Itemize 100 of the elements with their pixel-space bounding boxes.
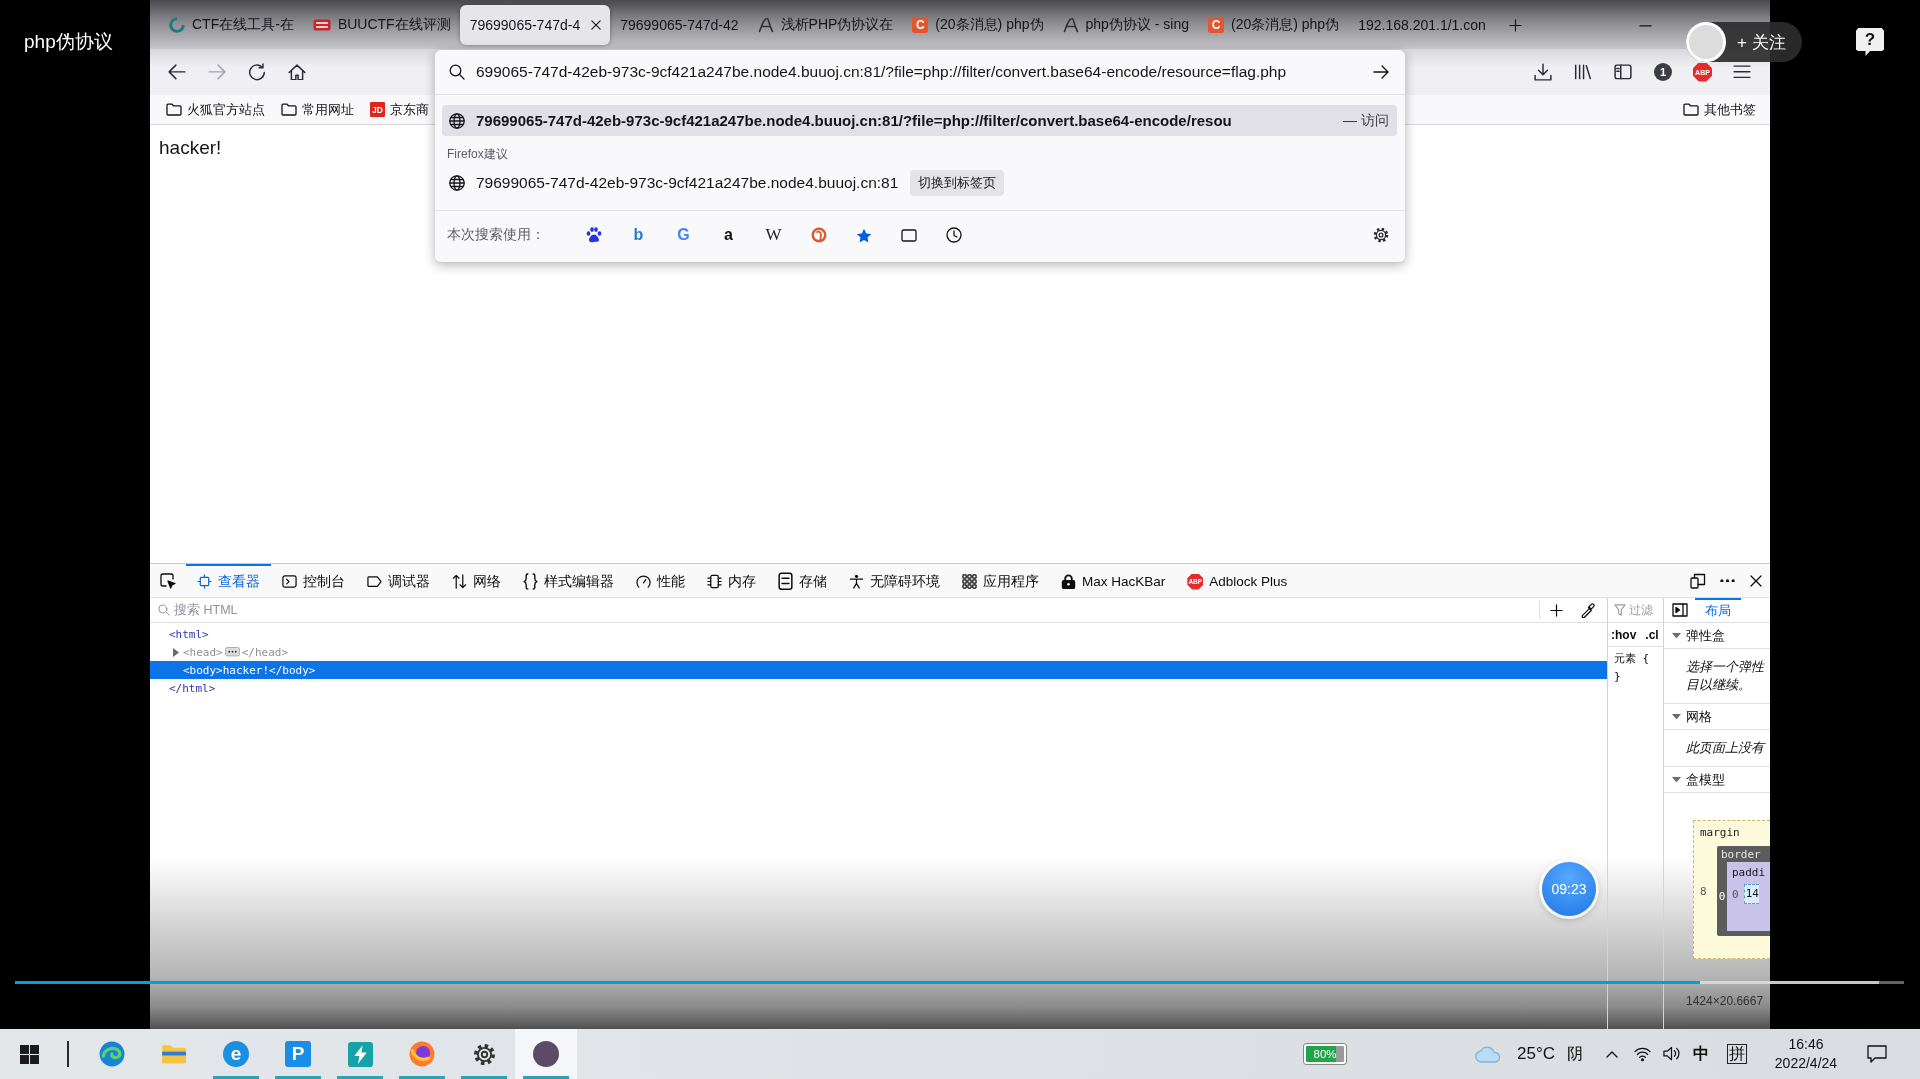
paw-icon[interactable] (585, 227, 602, 243)
browser-tab[interactable]: C (20条消息) php伪 (902, 5, 1053, 45)
section-header[interactable]: 盒模型 (1664, 767, 1770, 793)
striped-tile-icon (312, 19, 331, 31)
star-icon[interactable] (855, 227, 872, 243)
devtools-tab[interactable]: 网络 (441, 563, 512, 598)
sidebar-icon[interactable] (1614, 64, 1632, 80)
swirl-icon (99, 1041, 125, 1067)
section-header[interactable]: 网格 (1664, 704, 1770, 730)
pseudo-toggle[interactable]: :hov (1611, 627, 1637, 642)
box-value[interactable]: 8 (1700, 884, 1717, 898)
suggestion-row[interactable]: 79699065-747d-42eb-973c-9cf421a247be.node4.buuoj.cn:81/?file=php://filter/convert.base64-encode/resou — 访问 (442, 105, 1397, 136)
markup-line[interactable]: </html> (150, 679, 1607, 697)
bookmark-item[interactable]: 火狐官方站点 (164, 97, 267, 122)
right-arrow-icon[interactable] (1373, 65, 1389, 79)
devtools-tab[interactable]: 样式编辑器 (512, 563, 625, 598)
clock-time[interactable]: 16:46 (1788, 1035, 1824, 1054)
circle-logo-icon[interactable] (810, 227, 827, 243)
house-icon[interactable] (288, 63, 306, 81)
ellipsis-icon[interactable] (224, 647, 240, 657)
letter-logo[interactable]: a (724, 226, 733, 244)
browser-tab[interactable]: BUUCTF在线评测 (302, 5, 460, 45)
sidebar-tab[interactable]: 布局 (1695, 598, 1741, 623)
menu-icon[interactable] (1733, 65, 1751, 79)
bookmark-item[interactable]: 常用网址 (279, 97, 356, 122)
devtools-tab[interactable]: 应用程序 (951, 563, 1050, 598)
browser-tab[interactable]: 79699065-747d-42 (610, 5, 748, 45)
section-note: 此页面上没有 (1686, 739, 1764, 757)
help-button[interactable]: ? (1856, 28, 1884, 56)
letter-logo: C (1208, 17, 1224, 33)
browser-tab[interactable]: 浅析PHP伪协议在 (747, 5, 903, 45)
target-square-icon (197, 574, 212, 589)
more-icon[interactable] (1720, 578, 1735, 583)
devtools-tab[interactable]: 存储 (767, 563, 838, 598)
clock-date[interactable]: 2022/4/24 (1774, 1054, 1838, 1073)
box-value[interactable]: 0 (1732, 887, 1739, 901)
browser-tab[interactable]: CTF在线工具-在 (159, 5, 303, 45)
browser-tab[interactable]: 192.168.201.1/1.con (1348, 5, 1495, 45)
bookmark-item[interactable]: JD 京东商 (368, 97, 431, 122)
twisty-icon[interactable] (173, 647, 179, 657)
weather-condition: 阴 (1567, 1043, 1583, 1064)
letter-logo: P (285, 1041, 311, 1067)
box-value[interactable]: 0 (1717, 890, 1727, 903)
books-icon[interactable] (1574, 64, 1592, 80)
box-label: border (1720, 848, 1761, 862)
folder-icon (1683, 103, 1699, 116)
clock-icon[interactable] (945, 227, 962, 243)
devtools-tab[interactable]: Max HacKBar (1050, 563, 1177, 598)
suggestion-row[interactable]: 79699065-747d-42eb-973c-9cf421a247be.node4.buuoj.cn:81 切换到标签页 (442, 167, 1397, 198)
rule-brace: } (1614, 669, 1621, 685)
pointer-box-icon[interactable] (160, 572, 176, 589)
box-label: paddi (1732, 866, 1766, 880)
caret-up-icon[interactable] (1606, 1050, 1618, 1058)
network-icon[interactable] (1634, 1046, 1651, 1062)
devtools-tab[interactable]: 无障碍环境 (838, 563, 951, 598)
circular-arrow-icon[interactable] (248, 63, 266, 81)
tab-icon[interactable] (900, 228, 917, 242)
input-mode[interactable]: 中 (1693, 1043, 1709, 1065)
tray-arrow-icon[interactable] (1534, 63, 1552, 81)
notification-icon[interactable] (1867, 1045, 1887, 1063)
ring-icon (169, 17, 185, 33)
devtools-tab[interactable]: 调试器 (356, 563, 441, 598)
close-icon[interactable] (591, 20, 602, 30)
speaker-icon[interactable] (1663, 1046, 1680, 1062)
plus-icon[interactable] (1508, 19, 1522, 32)
follow-button[interactable]: + 关注 (1686, 22, 1802, 62)
panel-toggle-icon[interactable] (1672, 603, 1688, 617)
browser-tab[interactable]: C (20条消息) php伪 (1198, 5, 1349, 45)
bookmark-item[interactable]: 其他书签 (1681, 97, 1758, 122)
circle-logo-icon (409, 1041, 435, 1067)
browser-tab[interactable]: php伪协议 - sing (1052, 5, 1198, 45)
settings-icon[interactable] (1373, 227, 1389, 243)
minimize-icon[interactable] (1639, 25, 1652, 27)
devtools-tab[interactable]: 性能 (625, 563, 696, 598)
grid-icon (962, 574, 977, 589)
close-icon[interactable] (1750, 574, 1762, 587)
a-shape-icon (757, 17, 774, 33)
devtools-tab[interactable]: 内存 (696, 563, 767, 598)
eyedropper-icon[interactable] (1580, 602, 1595, 618)
input-mode[interactable]: 拼 (1727, 1044, 1747, 1064)
markup-line[interactable]: <html> (150, 625, 1607, 643)
chip-icon (707, 574, 722, 589)
devtools-tab[interactable]: 控制台 (271, 563, 356, 598)
section-header[interactable]: 弹性盒 (1664, 623, 1770, 649)
folder-icon (161, 1043, 187, 1065)
pseudo-toggle[interactable]: .cl (1645, 627, 1659, 642)
taskbar-app[interactable] (515, 1029, 577, 1079)
switch-tab-button[interactable]: 切换到标签页 (910, 169, 1005, 196)
battery-indicator: 80% (1304, 1044, 1346, 1064)
left-arrow-icon[interactable] (168, 64, 186, 80)
letter-logo[interactable]: b (633, 226, 644, 244)
letter-logo[interactable]: W (765, 226, 782, 244)
plus-icon[interactable] (1550, 603, 1563, 617)
count-badge[interactable]: 1 (1654, 63, 1672, 81)
browser-tab[interactable]: 79699065-747d-4 (459, 5, 611, 45)
person-icon (849, 574, 864, 589)
address-field[interactable]: 699065-747d-42eb-973c-9cf421a247be.node4.buuoj.cn:81/?file=php://filter/convert.base64-encode/resource=flag.php (476, 62, 1363, 82)
timestamp-bubble: 09:23 (1542, 862, 1596, 916)
devices-icon[interactable] (1690, 572, 1706, 589)
engines-label: 本次搜索使用： (447, 226, 545, 244)
